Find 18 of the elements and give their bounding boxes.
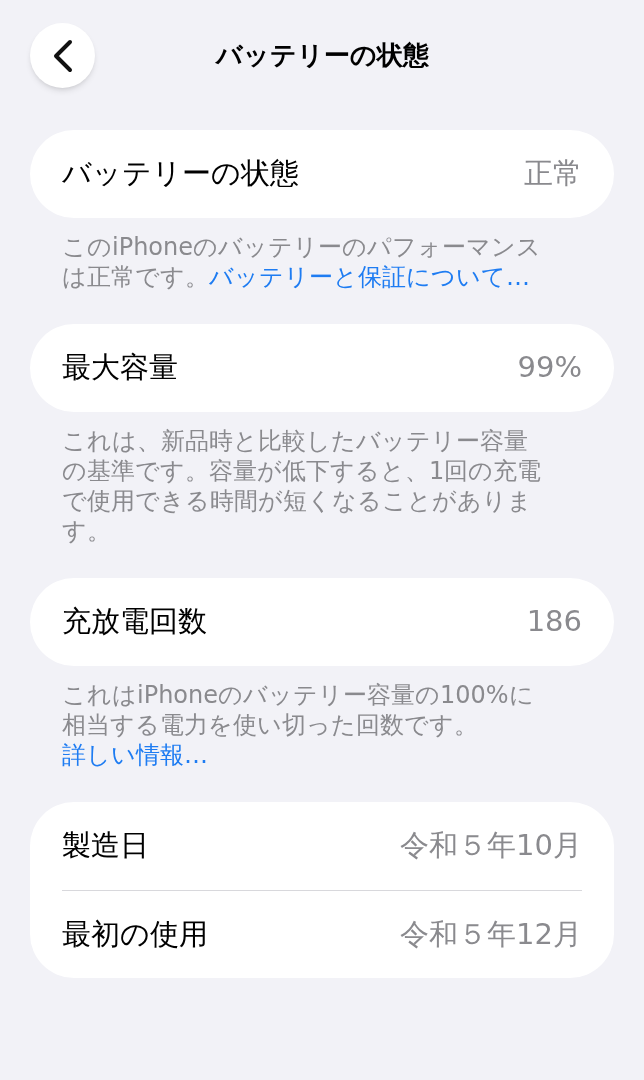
info-link[interactable]: 詳しい情報… (62, 741, 208, 769)
row-label: 充放電回数 (62, 603, 207, 641)
row-value: 正常 (524, 155, 582, 193)
footer-note: これは、新品時と比較したバッテリー容量の基準です。容量が低下すると、1回の充電で使用できる時間が短くなることがあります。 (61, 426, 543, 547)
page-title: バッテリーの状態 (215, 38, 429, 72)
row-value: 令和５年12月 (400, 915, 582, 953)
row-label: 製造日 (62, 827, 149, 865)
row-label: 最大容量 (62, 349, 178, 387)
back-button[interactable] (30, 23, 95, 88)
chevron-left-icon (51, 38, 74, 73)
footer-note: これはiPhoneのバッテリー容量の100%に相当する電力を使い切った回数です。 詳しい情報… (61, 680, 535, 771)
row-value: 99% (517, 349, 582, 387)
info-link[interactable]: バッテリーと保証について… (209, 263, 530, 291)
row-label: バッテリーの状態 (62, 155, 299, 193)
row-value: 186 (526, 603, 582, 641)
footer-note: このiPhoneのバッテリーのパフォーマンスは正常です。バッテリーと保証について… (61, 232, 542, 293)
row-label: 最初の使用 (62, 915, 208, 953)
row-value: 令和５年10月 (400, 827, 582, 865)
